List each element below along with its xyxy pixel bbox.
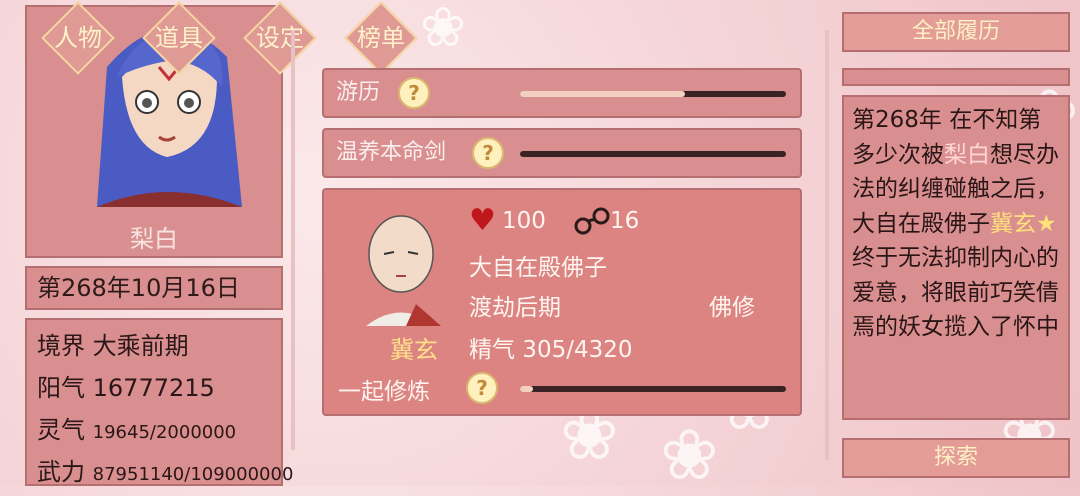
companion-realm: 渡劫后期 bbox=[469, 295, 561, 321]
stat-yang: 阳气 16777215 bbox=[37, 374, 215, 402]
handcuffs-icon bbox=[574, 207, 610, 235]
divider bbox=[825, 30, 829, 460]
explore-button[interactable]: 探索 bbox=[842, 438, 1070, 478]
companion-name: 冀玄 bbox=[390, 336, 438, 364]
cultivate-together-label: 一起修炼 bbox=[338, 379, 430, 405]
question-icon[interactable]: ? bbox=[398, 77, 430, 109]
cultivate-progress-bar bbox=[520, 386, 786, 392]
log-highlight-companion: 冀玄★ bbox=[990, 210, 1057, 237]
cultivate-progress-fill bbox=[520, 386, 534, 392]
history-log[interactable]: 第268年 在不知第多少次被梨白想尽办法的纠缠碰触之后，大自在殿佛子冀玄★终于无… bbox=[842, 95, 1070, 420]
stat-force: 武力 87951140/109000000 bbox=[37, 458, 294, 486]
blossom-decoration: ❀ bbox=[660, 414, 719, 496]
activity-travel[interactable]: 游历 ? bbox=[322, 68, 802, 118]
tab-character[interactable]: 人物 bbox=[41, 1, 115, 75]
tab-rankings[interactable]: 榜单 bbox=[344, 1, 418, 75]
tab-settings[interactable]: 设定 bbox=[243, 1, 317, 75]
character-name: 梨白 bbox=[130, 225, 178, 253]
log-scroll-edge bbox=[842, 68, 1070, 86]
log-text: 终于无法抑制内心的爱意，将眼前巧笑倩焉的妖女揽入了怀中 bbox=[852, 245, 1059, 340]
companion-portrait bbox=[366, 215, 441, 326]
activity-nurture-sword[interactable]: 温养本命剑 ? bbox=[322, 128, 802, 178]
divider bbox=[291, 30, 295, 450]
activity-progress-fill bbox=[520, 91, 685, 97]
bond-value: 16 bbox=[610, 208, 640, 234]
companion-essence: 精气 305/4320 bbox=[469, 337, 633, 363]
stat-spirit: 灵气 19645/2000000 bbox=[37, 416, 237, 444]
companion-card[interactable]: 冀玄 ♥ 100 16 大自在殿佛子 渡劫后期 佛修 精气 305/4320 一… bbox=[322, 188, 802, 416]
stats-panel: 境界 大乘前期 阳气 16777215 灵气 19645/2000000 武力 … bbox=[25, 318, 293, 486]
log-highlight-name: 梨白 bbox=[944, 141, 990, 168]
blossom-decoration: ❀ bbox=[420, 0, 467, 59]
question-icon[interactable]: ? bbox=[466, 372, 498, 404]
activity-progress-bar bbox=[520, 91, 786, 97]
affection-value: 100 bbox=[502, 208, 546, 234]
all-history-button[interactable]: 全部履历 bbox=[842, 12, 1070, 52]
activity-progress-bar bbox=[520, 151, 786, 157]
date-display: 第268年10月16日 bbox=[25, 266, 283, 310]
question-icon[interactable]: ? bbox=[472, 137, 504, 169]
heart-icon: ♥ bbox=[469, 203, 496, 238]
tab-items[interactable]: 道具 bbox=[142, 1, 216, 75]
companion-path: 佛修 bbox=[709, 295, 755, 321]
stat-realm: 境界 大乘前期 bbox=[37, 332, 189, 360]
companion-title: 大自在殿佛子 bbox=[469, 255, 607, 281]
